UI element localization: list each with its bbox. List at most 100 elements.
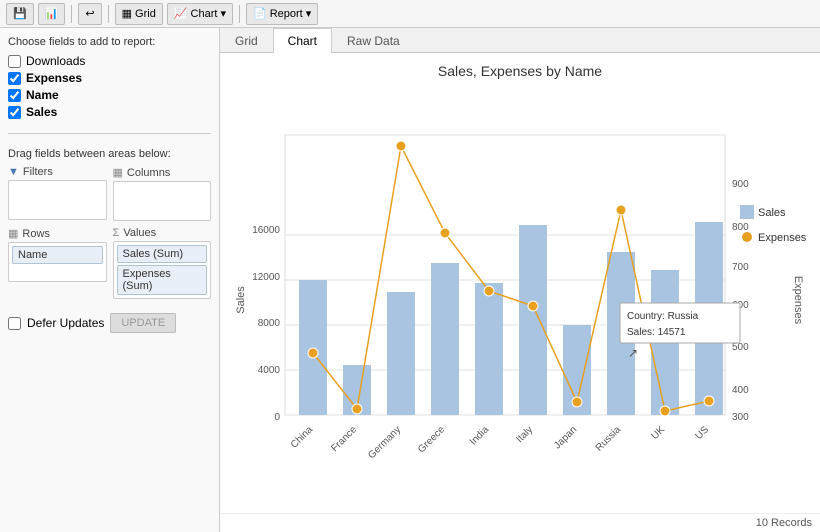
columns-area: ▦ Columns	[113, 166, 212, 221]
rows-drop[interactable]: Name	[8, 242, 107, 282]
x-label-uk: UK	[650, 424, 668, 442]
separator-1	[71, 5, 72, 23]
dot-italy	[528, 301, 538, 311]
right-panel: Grid Chart Raw Data Sales, Expenses by N…	[220, 28, 820, 532]
toolbar: 💾 📊 ↩ ▦ Grid 📈 Chart ▾ 📄 Report ▾	[0, 0, 820, 28]
x-label-india: India	[468, 424, 491, 447]
dot-india	[484, 286, 494, 296]
filters-label: Filters	[23, 166, 53, 178]
main-layout: Choose fields to add to report: Download…	[0, 28, 820, 532]
tab-raw-data[interactable]: Raw Data	[332, 28, 415, 53]
y-right-900: 900	[732, 179, 749, 190]
rows-header: ▦ Rows	[8, 227, 107, 240]
tooltip-country: Country: Russia	[627, 311, 699, 322]
rows-name-tag[interactable]: Name	[12, 246, 103, 264]
y-label-8000: 8000	[258, 318, 281, 329]
dot-china	[308, 348, 318, 358]
chart-button[interactable]: 📈 Chart ▾	[167, 3, 233, 25]
y-label-0: 0	[274, 412, 280, 423]
chart-svg-wrapper: 0 4000 8000 12000 16000 Sales 300 400	[230, 87, 810, 503]
grid-button[interactable]: ▦ Grid	[115, 3, 163, 25]
grid-icon: ▦	[122, 7, 132, 20]
expenses-checkbox[interactable]	[8, 72, 21, 85]
report-button[interactable]: 📄 Report ▾	[246, 3, 318, 25]
filters-drop[interactable]	[8, 180, 107, 220]
rows-icon: ▦	[8, 227, 18, 240]
downloads-label[interactable]: Downloads	[26, 54, 85, 68]
y-right-400: 400	[732, 385, 749, 396]
rows-area: ▦ Rows Name	[8, 227, 107, 299]
x-label-us: US	[694, 424, 712, 442]
defer-checkbox[interactable]	[8, 317, 21, 330]
records-count: 10 Records	[756, 517, 812, 529]
sales-checkbox[interactable]	[8, 106, 21, 119]
x-label-italy: Italy	[514, 424, 535, 445]
downloads-checkbox[interactable]	[8, 55, 21, 68]
x-label-japan: Japan	[552, 424, 579, 451]
dot-germany	[396, 141, 406, 151]
bar-germany	[387, 292, 415, 415]
y-axis-label-expenses: Expenses	[792, 276, 804, 325]
tooltip-sales: Sales: 14571	[627, 327, 686, 338]
report-icon: 📄	[253, 7, 267, 20]
left-panel: Choose fields to add to report: Download…	[0, 28, 220, 532]
separator-3	[239, 5, 240, 23]
rows-label: Rows	[22, 228, 50, 240]
bar-italy	[519, 225, 547, 415]
sales-label[interactable]: Sales	[26, 105, 57, 119]
filters-header: ▼ Filters	[8, 166, 107, 178]
x-label-china: China	[289, 424, 316, 451]
chart-svg: 0 4000 8000 12000 16000 Sales 300 400	[230, 87, 810, 503]
expenses-label[interactable]: Expenses	[26, 71, 82, 85]
legend-sales-label: Sales	[758, 207, 786, 219]
y-label-12000: 12000	[252, 272, 280, 283]
x-label-russia: Russia	[594, 424, 624, 454]
y-label-4000: 4000	[258, 365, 281, 376]
filters-area: ▼ Filters	[8, 166, 107, 221]
values-drop[interactable]: Sales (Sum) Expenses (Sum)	[113, 241, 212, 299]
values-header: Σ Values	[113, 227, 212, 239]
name-label[interactable]: Name	[26, 88, 59, 102]
legend-expenses-dot	[742, 232, 752, 242]
update-button[interactable]: UPDATE	[110, 313, 176, 333]
chart-container: Sales, Expenses by Name 0 4000 8000 1200…	[220, 53, 820, 513]
undo-button[interactable]: ↩	[78, 3, 101, 25]
expenses-sum-tag[interactable]: Expenses (Sum)	[117, 265, 208, 295]
filter-icon: ▼	[8, 166, 19, 178]
areas-section: Drag fields between areas below: ▼ Filte…	[8, 148, 211, 299]
bar-india	[475, 283, 503, 415]
y-right-500: 500	[732, 342, 749, 353]
cursor-icon: ↗	[628, 346, 638, 360]
excel-button[interactable]: 📊	[38, 3, 66, 25]
undo-icon: ↩	[85, 7, 94, 20]
y-axis-label-sales: Sales	[235, 286, 247, 314]
columns-header: ▦ Columns	[113, 166, 212, 179]
chart-icon: 📈	[174, 7, 188, 20]
x-label-germany: Germany	[366, 424, 403, 461]
columns-icon: ▦	[113, 166, 123, 179]
dot-us	[704, 396, 714, 406]
tab-chart[interactable]: Chart	[273, 28, 332, 53]
columns-label: Columns	[127, 167, 170, 179]
y-label-16000: 16000	[252, 225, 280, 236]
y-right-700: 700	[732, 262, 749, 273]
values-area: Σ Values Sales (Sum) Expenses (Sum)	[113, 227, 212, 299]
values-label: Values	[123, 227, 156, 239]
field-downloads: Downloads	[8, 54, 211, 68]
legend-sales-box	[740, 205, 754, 219]
field-name: Name	[8, 88, 211, 102]
name-checkbox[interactable]	[8, 89, 21, 102]
columns-drop[interactable]	[113, 181, 212, 221]
defer-label[interactable]: Defer Updates	[27, 316, 104, 330]
save-button[interactable]: 💾	[6, 3, 34, 25]
tabs-bar: Grid Chart Raw Data	[220, 28, 820, 53]
records-row: 10 Records	[220, 513, 820, 532]
choose-fields-title: Choose fields to add to report:	[8, 36, 211, 48]
dot-france	[352, 404, 362, 414]
tab-grid[interactable]: Grid	[220, 28, 273, 53]
x-label-greece: Greece	[416, 424, 447, 455]
y-right-300: 300	[732, 412, 749, 423]
y-right-800: 800	[732, 222, 749, 233]
legend-expenses-label: Expenses	[758, 232, 807, 244]
sales-sum-tag[interactable]: Sales (Sum)	[117, 245, 208, 263]
